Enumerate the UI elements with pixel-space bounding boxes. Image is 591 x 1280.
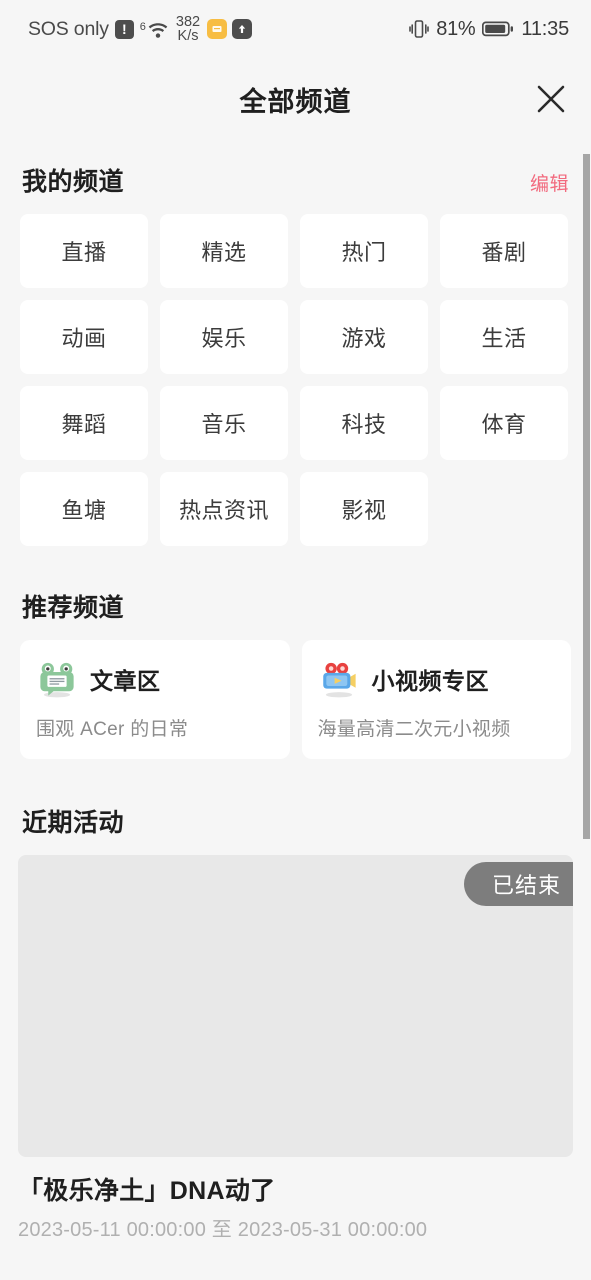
my-channels-section-header: 我的频道 编辑	[0, 162, 591, 198]
upload-arrow-glyph	[238, 25, 246, 33]
my-channels-grid: 直播 精选 热门 番剧 动画 娱乐 游戏 生活 舞蹈 音乐 科技 体育 鱼塘 热…	[0, 214, 591, 546]
clock-label: 11:35	[521, 17, 569, 40]
recommended-card-header: 小视频专区	[318, 658, 556, 700]
channel-tile[interactable]: 动画	[20, 300, 148, 374]
upload-arrow-icon	[232, 19, 253, 39]
network-speed: 382 K/s	[175, 13, 201, 44]
page-header: 全部频道	[0, 58, 591, 140]
main-scroll-area[interactable]: 我的频道 编辑 直播 精选 热门 番剧 动画 娱乐 游戏 生活 舞蹈 音乐 科技…	[0, 140, 591, 1280]
channel-tile[interactable]: 体育	[440, 386, 568, 460]
my-channels-title: 我的频道	[22, 168, 125, 196]
scrollbar-track[interactable]	[583, 140, 591, 1280]
battery-percent-label: 81%	[436, 17, 476, 40]
wifi-generation-label: 6	[139, 20, 146, 33]
activity-card[interactable]: 已结束 「极乐净土」DNA动了 2023-05-11 00:00:00 至 20…	[18, 855, 573, 1242]
movie-camera-icon	[322, 662, 356, 698]
edit-channels-link[interactable]: 编辑	[530, 169, 569, 196]
vibrate-icon	[409, 20, 430, 38]
recommended-card-subtitle: 海量高清二次元小视频	[317, 719, 511, 740]
wifi-icon: 6	[140, 20, 169, 39]
scroll-content: 我的频道 编辑 直播 精选 热门 番剧 动画 娱乐 游戏 生活 舞蹈 音乐 科技…	[0, 162, 591, 1242]
activity-date-range: 2023-05-11 00:00:00 至 2023-05-31 00:00:0…	[18, 1219, 428, 1241]
frog-article-icon	[40, 662, 74, 698]
channel-tile[interactable]: 游戏	[300, 300, 428, 374]
close-icon	[537, 85, 565, 113]
channel-tile[interactable]: 番剧	[440, 214, 568, 288]
channel-tile[interactable]: 科技	[300, 386, 428, 460]
recommended-card-title: 文章区	[90, 668, 161, 694]
recent-activity-section-header: 近期活动	[0, 803, 591, 839]
status-bar: SOS only ! 6 382 K/s 81% 11:35	[0, 0, 591, 58]
recommended-card-header: 文章区	[36, 658, 274, 700]
channel-tile[interactable]: 生活	[440, 300, 568, 374]
channel-tile[interactable]: 鱼塘	[20, 472, 148, 546]
recent-activity-title: 近期活动	[22, 809, 125, 837]
channel-tile[interactable]: 舞蹈	[20, 386, 148, 460]
wifi-glyph	[148, 22, 168, 38]
channel-tile[interactable]: 影视	[300, 472, 428, 546]
yellow-app-glyph	[212, 26, 222, 32]
activity-image-placeholder: 已结束	[18, 855, 573, 1157]
status-badge: 已结束	[463, 862, 573, 906]
recommended-card-subtitle: 围观 ACer 的日常	[36, 719, 189, 740]
activity-name: 「极乐净土」DNA动了	[18, 1177, 276, 1205]
battery-icon	[482, 21, 514, 37]
channel-tile[interactable]: 热点资讯	[160, 472, 288, 546]
channel-tile[interactable]: 精选	[160, 214, 288, 288]
recommended-title: 推荐频道	[22, 594, 125, 622]
network-speed-unit: K/s	[177, 28, 199, 44]
recommended-card-shortvideo[interactable]: 小视频专区 海量高清二次元小视频	[301, 640, 571, 759]
scrollbar-thumb[interactable]	[583, 154, 590, 839]
status-bar-right: 81% 11:35	[409, 18, 569, 41]
recommended-cards-row: 文章区 围观 ACer 的日常 小视频专区 海量高清二次元小视频	[0, 640, 591, 759]
close-button[interactable]	[530, 78, 572, 120]
network-speed-value: 382	[175, 13, 201, 30]
recommended-card-article[interactable]: 文章区 围观 ACer 的日常	[20, 640, 290, 759]
warning-exclamation-icon: !	[114, 19, 134, 39]
carrier-label: SOS only	[28, 17, 109, 40]
page-title: 全部频道	[239, 86, 352, 117]
recommended-card-title: 小视频专区	[371, 668, 489, 694]
recommended-section-header: 推荐频道	[0, 588, 591, 624]
channel-tile[interactable]: 热门	[300, 214, 428, 288]
yellow-app-icon	[207, 19, 228, 39]
channel-tile[interactable]: 音乐	[160, 386, 288, 460]
status-bar-left: SOS only ! 6 382 K/s	[28, 13, 253, 44]
channel-tile[interactable]: 娱乐	[160, 300, 288, 374]
channel-tile[interactable]: 直播	[20, 214, 148, 288]
